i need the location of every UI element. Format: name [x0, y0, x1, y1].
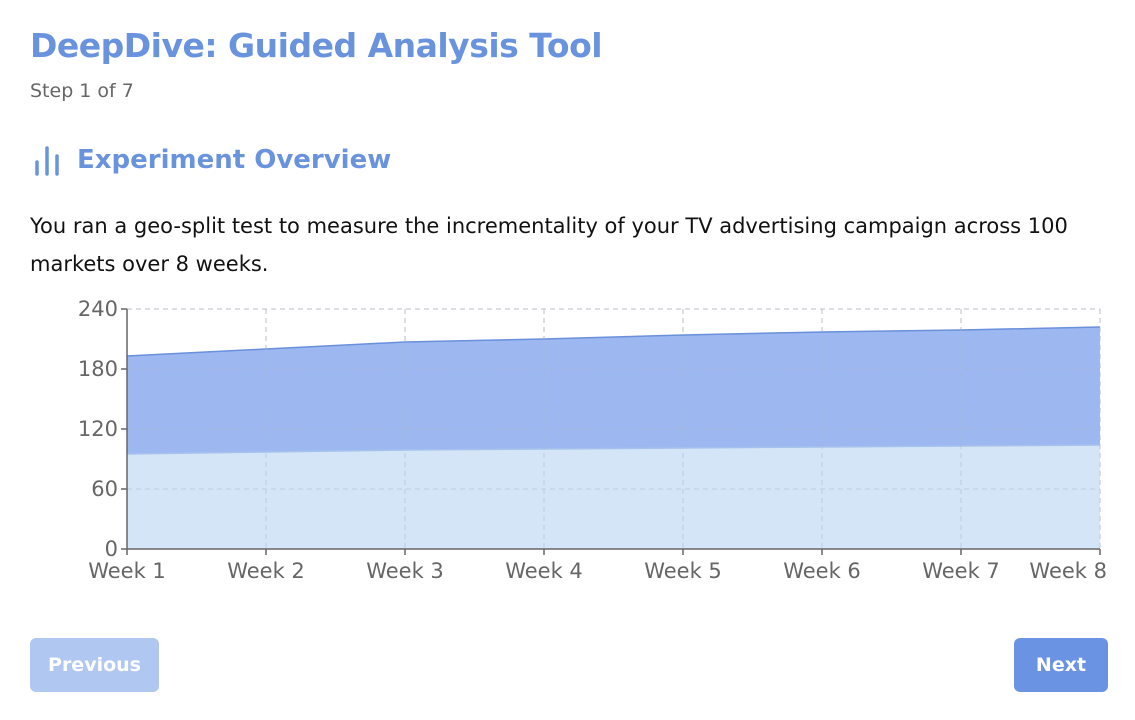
- y-tick-label: 0: [105, 537, 118, 561]
- x-tick-label: Week 2: [227, 559, 305, 583]
- step-indicator: Step 1 of 7: [30, 80, 134, 102]
- chart-grid: [127, 308, 1101, 549]
- x-tick-label: Week 3: [366, 559, 444, 583]
- x-tick-label: Week 4: [505, 559, 583, 583]
- chart-series: [126, 444, 1101, 549]
- y-tick-label: 120: [78, 417, 118, 441]
- section-header: Experiment Overview: [32, 144, 391, 176]
- bar-chart-icon: [35, 146, 59, 176]
- series-line: [126, 326, 1101, 357]
- x-tick-label: Week 8: [1029, 559, 1107, 583]
- chart-grid-overlay: [127, 308, 1101, 549]
- previous-button[interactable]: Previous: [30, 638, 159, 692]
- section-title: Experiment Overview: [77, 145, 392, 175]
- app-title: DeepDive: Guided Analysis Tool: [30, 26, 603, 65]
- x-tick-label: Week 7: [922, 559, 1000, 583]
- x-tick-label: Week 1: [88, 559, 166, 583]
- y-tick-label: 60: [91, 477, 118, 501]
- next-button[interactable]: Next: [1014, 638, 1108, 692]
- series-area: [127, 327, 1100, 549]
- series-area: [127, 445, 1100, 549]
- area-chart: 0 60 120 180 240 Week 1 Week 2 Week 3 Week 4 Week…: [78, 297, 1107, 583]
- x-tick-label: Week 6: [783, 559, 861, 583]
- series-line: [126, 444, 1101, 455]
- y-tick-label: 180: [78, 357, 118, 381]
- x-tick-label: Week 5: [644, 559, 722, 583]
- experiment-description: You ran a geo-split test to measure the …: [30, 214, 1068, 276]
- chart-series: [126, 326, 1101, 549]
- y-tick-label: 240: [78, 297, 118, 321]
